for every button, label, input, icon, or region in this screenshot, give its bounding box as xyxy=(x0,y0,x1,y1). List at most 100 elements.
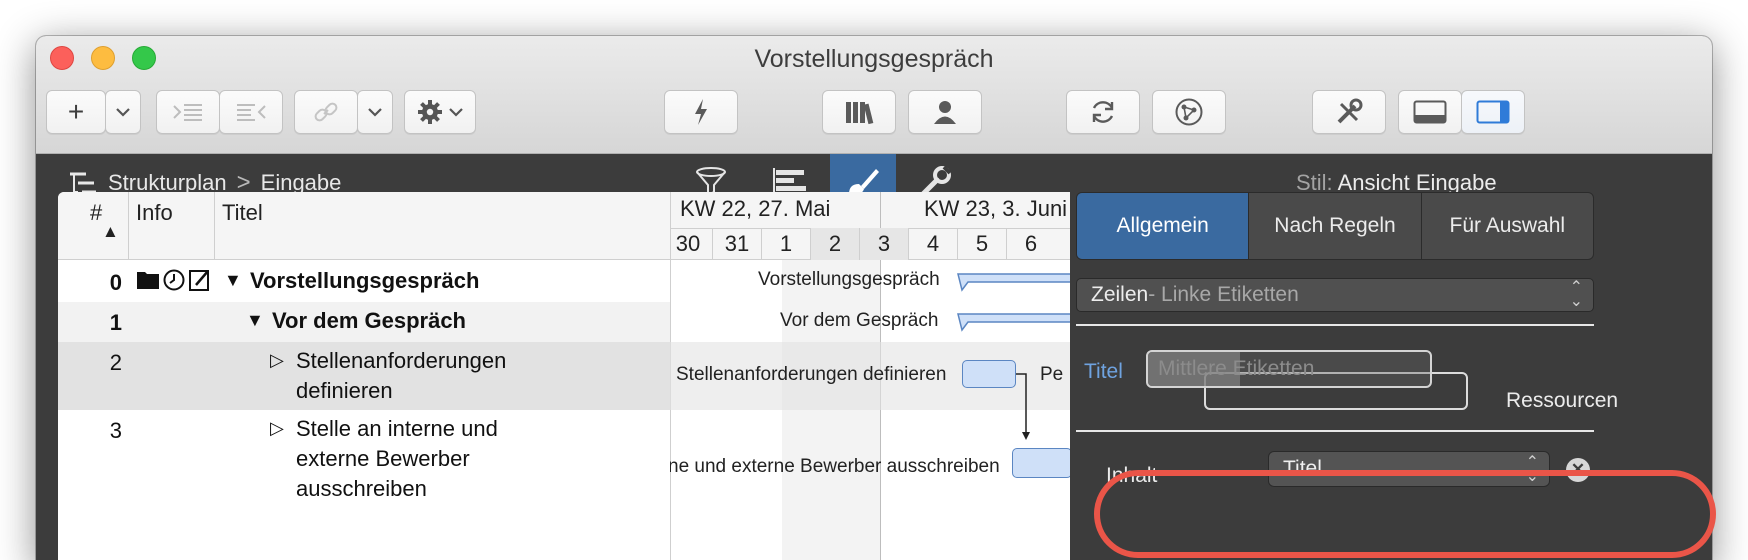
divider xyxy=(1076,324,1594,326)
folder-icon xyxy=(137,272,159,289)
side-panel-icon xyxy=(1476,100,1510,124)
tools-icon xyxy=(1337,98,1363,124)
gantt-task-bar[interactable] xyxy=(1012,448,1070,478)
link-control xyxy=(294,90,393,134)
divider xyxy=(1076,430,1594,432)
gantt-day: 2 xyxy=(810,228,859,260)
table-row[interactable]: 3 ▷ Stelle an interne und externe Bewerb… xyxy=(58,410,670,510)
row-number: 1 xyxy=(109,310,122,335)
column-header-title[interactable]: Titel xyxy=(222,200,263,226)
label-slot-middle-text: Mittlere Etiketten xyxy=(1158,357,1315,380)
tools-button[interactable] xyxy=(1312,90,1386,134)
expand-triangle-icon[interactable]: ▷ xyxy=(270,418,284,439)
expand-triangle-icon[interactable]: ▷ xyxy=(270,350,284,371)
row-title[interactable]: Vorstellungsgespräch xyxy=(250,266,479,296)
gantt-bar-label: Vor dem Gespräch xyxy=(780,310,939,331)
dependency-arrow xyxy=(1016,373,1030,440)
column-header-info[interactable]: Info xyxy=(136,200,173,226)
add-menu-button[interactable] xyxy=(105,90,141,134)
tab-nach-regeln[interactable]: Nach Regeln xyxy=(1248,193,1420,259)
outdent-button[interactable] xyxy=(219,90,283,134)
gear-icon xyxy=(418,100,442,124)
gantt-day: 4 xyxy=(908,228,957,260)
bottom-panel-button[interactable] xyxy=(1398,90,1462,134)
row-info-icons xyxy=(136,268,212,292)
add-control: + xyxy=(46,90,141,134)
gantt-day: 5 xyxy=(957,228,1006,260)
side-panel-button[interactable] xyxy=(1461,90,1525,134)
title-toolbar: Vorstellungsgespräch + xyxy=(36,36,1712,154)
gantt-day: 1 xyxy=(761,228,810,260)
table-row[interactable]: 0 ▼ Vorstellungsgespräch xyxy=(58,260,670,302)
note-icon xyxy=(189,270,209,291)
network-button[interactable] xyxy=(1152,90,1226,134)
table-row[interactable]: 1 ▼ Vor dem Gespräch xyxy=(58,302,670,342)
gantt-bar-label: ne und externe Bewerber ausschreiben xyxy=(670,456,1000,477)
row-title-line: Stelle an interne und xyxy=(296,416,498,441)
label-slot-middle[interactable]: Mittlere Etiketten xyxy=(1146,350,1432,388)
indent-button[interactable] xyxy=(156,90,220,134)
tab-allgemein[interactable]: Allgemein xyxy=(1077,193,1249,259)
person-icon xyxy=(934,101,956,124)
row-title[interactable]: Stellenanforderungen definieren xyxy=(296,346,506,406)
sync-button[interactable] xyxy=(1066,90,1140,134)
row-title-line: Stellenanforderungen xyxy=(296,348,507,373)
row-title[interactable]: Vor dem Gespräch xyxy=(272,306,466,336)
bottom-panel-icon xyxy=(1413,100,1447,124)
gantt-summary-bar[interactable] xyxy=(952,270,1070,296)
row-title[interactable]: Stelle an interne und externe Bewerber a… xyxy=(296,414,498,504)
level-button[interactable] xyxy=(664,90,738,134)
table-header: # ▲ Info Titel xyxy=(58,192,670,260)
sync-icon xyxy=(1092,101,1114,123)
gantt-day: 31 xyxy=(712,228,761,260)
row-title-line: definieren xyxy=(296,378,393,403)
annotation-highlight xyxy=(1094,470,1716,558)
chevron-down-icon xyxy=(368,108,382,117)
section-popup[interactable]: Zeilen - Linke Etiketten ⌃ ⌄ xyxy=(1076,278,1594,312)
inspector-tabs: Allgemein Nach Regeln Für Auswahl xyxy=(1076,192,1594,260)
gantt-week-label: KW 22, 27. Mai xyxy=(680,196,831,221)
sort-ascending-icon: ▲ xyxy=(102,222,119,241)
link-icon xyxy=(314,102,338,122)
gantt-bar-label: Pe xyxy=(1040,364,1064,385)
indent-icon xyxy=(173,104,202,121)
gantt-task-bar[interactable] xyxy=(962,360,1016,388)
library-button[interactable] xyxy=(822,90,896,134)
plus-icon: + xyxy=(67,96,85,127)
section-popup-sub: - Linke Etiketten xyxy=(1148,283,1299,306)
outdent-icon xyxy=(237,104,266,121)
network-icon xyxy=(1175,98,1203,126)
row-title-line: ausschreiben xyxy=(296,476,427,501)
gantt-chart: KW 22, 27. Mai KW 23, 3. Juni 30 31 1 2 … xyxy=(670,192,1070,560)
label-slot-title[interactable]: Titel xyxy=(1084,360,1123,384)
section-popup-main: Zeilen xyxy=(1091,283,1149,306)
gantt-bar-label: Vorstellungsgespräch xyxy=(758,269,940,290)
gantt-bar-label: Stellenanforderungen definieren xyxy=(676,364,947,385)
row-title-line: externe Bewerber xyxy=(296,446,470,471)
add-button[interactable]: + xyxy=(46,90,106,134)
library-icon xyxy=(846,102,874,125)
clock-icon xyxy=(163,269,185,291)
gantt-day: 3 xyxy=(859,228,908,260)
label-slot-resources[interactable]: Ressourcen xyxy=(1506,389,1618,413)
gantt-summary-bar[interactable] xyxy=(952,310,1070,336)
collapse-triangle-icon[interactable]: ▼ xyxy=(224,270,242,291)
column-header-number[interactable]: # xyxy=(90,200,102,226)
gantt-week-label: KW 23, 3. Juni xyxy=(924,196,1068,221)
resource-button[interactable] xyxy=(908,90,982,134)
row-number: 2 xyxy=(109,350,122,375)
window-title: Vorstellungsgespräch xyxy=(754,45,994,73)
chevron-down-icon xyxy=(449,108,463,117)
link-button[interactable] xyxy=(294,90,358,134)
gantt-day: 30 xyxy=(670,228,712,260)
row-number: 0 xyxy=(109,270,122,295)
lightning-icon xyxy=(695,99,707,125)
link-menu-button[interactable] xyxy=(357,90,393,134)
indent-control xyxy=(156,90,283,134)
collapse-triangle-icon[interactable]: ▼ xyxy=(246,310,264,331)
tab-fuer-auswahl[interactable]: Für Auswahl xyxy=(1420,193,1593,259)
row-number: 3 xyxy=(109,418,122,443)
chevron-updown-icon: ⌃ ⌄ xyxy=(1569,279,1583,310)
gear-menu-button[interactable] xyxy=(404,90,476,134)
table-row[interactable]: 2 ▷ Stellenanforderungen definieren xyxy=(58,342,670,410)
